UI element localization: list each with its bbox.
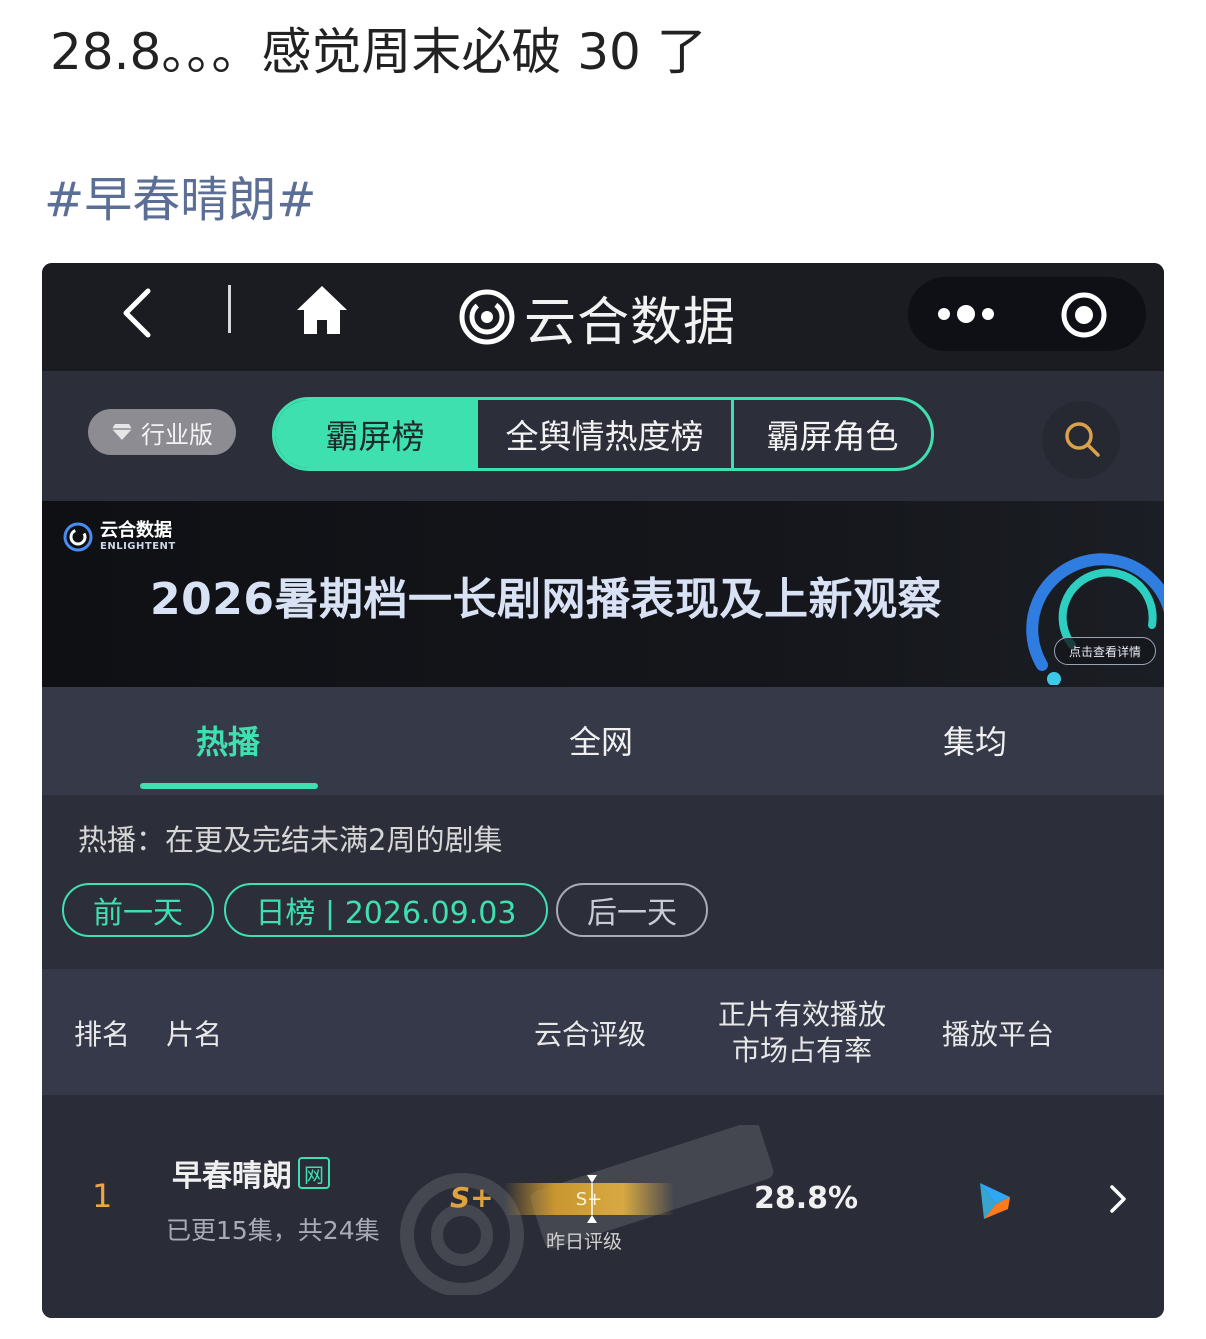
header-market-share: 正片有效播放 市场占有率 [702,997,902,1069]
active-tab-indicator [140,783,318,789]
table-row[interactable]: 1 早春晴朗 网 已更15集，共24集 S+ S+ 昨日评级 28.8% [42,1095,1164,1318]
app-bar: 云合数据 [42,263,1164,371]
banner-logo-cn: 云合数据 [100,520,172,541]
daily-date-button[interactable]: 日榜 | 2026.09.03 [224,883,548,937]
tab-bar: 热播 全网 集均 [42,687,1164,795]
grade-marker-icon [587,1175,597,1223]
yunhe-logo-icon [63,522,93,552]
grade-caption: 昨日评级 [546,1231,623,1253]
hashtag-link[interactable]: #早春晴朗# [44,160,316,230]
more-icon[interactable] [936,303,996,325]
info-section: 热播：在更及完结未满2周的剧集 前一天 日榜 | 2026.09.03 后一天 [42,795,1164,969]
industry-edition-button[interactable]: 行业版 [88,409,236,455]
header-grade: 云合评级 [534,1018,647,1051]
search-icon [1065,422,1100,457]
banner-logo: 云合数据 ENLIGHTENT [62,521,176,553]
prev-day-button[interactable]: 前一天 [62,883,214,937]
row-rank: 1 [92,1177,113,1215]
row-episodes: 已更15集，共24集 [166,1216,380,1245]
chevron-right-icon[interactable] [1108,1183,1128,1215]
tab-all-network[interactable]: 全网 [569,717,633,763]
row-grade: S+ [450,1181,494,1214]
back-icon[interactable] [118,285,158,341]
app-brand: 云合数据 [458,277,736,357]
app-title: 云合数据 [524,292,737,353]
tab-per-episode[interactable]: 集均 [943,717,1007,763]
web-drama-badge: 网 [298,1157,330,1189]
row-show-title[interactable]: 早春晴朗 网 [172,1151,330,1195]
header-title: 片名 [166,1018,223,1051]
ranking-segmented-control: 霸屏榜 全舆情热度榜 霸屏角色 [272,397,934,471]
diamond-icon [112,424,132,440]
post-text: 28.8。。。感觉周末必破 30 了 [50,23,707,81]
app-screenshot: 云合数据 行业版 霸屏榜 全舆情热度榜 霸屏角色 云合数据 ENLIGHTENT… [42,263,1164,1318]
mini-program-capsule [908,277,1146,351]
show-title-text: 早春晴朗 [172,1159,292,1194]
search-button[interactable] [1042,401,1120,479]
close-target-icon[interactable] [1060,291,1108,339]
table-header: 排名 片名 云合评级 正片有效播放 市场占有率 播放平台 [42,969,1164,1095]
promo-banner[interactable]: 云合数据 ENLIGHTENT 2026暑期档一长剧网播表现及上新观察 点击查看… [42,501,1164,687]
header-rank: 排名 [74,1018,131,1051]
header-market-share-line2: 市场占有率 [731,1034,872,1067]
header-platform: 播放平台 [942,1018,1055,1051]
divider [228,285,231,333]
industry-edition-label: 行业版 [141,420,213,449]
tab-hot[interactable]: 热播 [196,717,260,763]
yunhe-logo-icon [459,289,515,345]
home-icon[interactable] [294,283,350,337]
filter-row: 行业版 霸屏榜 全舆情热度榜 霸屏角色 [42,371,1164,501]
banner-logo-en: ENLIGHTENT [100,541,176,552]
row-market-share: 28.8% [754,1181,859,1216]
youku-icon [980,1183,1010,1219]
next-day-button[interactable]: 后一天 [556,883,708,937]
hot-description: 热播：在更及完结未满2周的剧集 [78,823,503,857]
segment-dominance-chart[interactable]: 霸屏榜 [275,400,475,468]
header-market-share-line1: 正片有效播放 [717,998,886,1031]
segment-sentiment-heat-chart[interactable]: 全舆情热度榜 [475,400,734,468]
banner-details-button[interactable]: 点击查看详情 [1054,637,1156,665]
segment-dominant-roles[interactable]: 霸屏角色 [734,400,931,468]
banner-title: 2026暑期档一长剧网播表现及上新观察 [150,574,942,625]
